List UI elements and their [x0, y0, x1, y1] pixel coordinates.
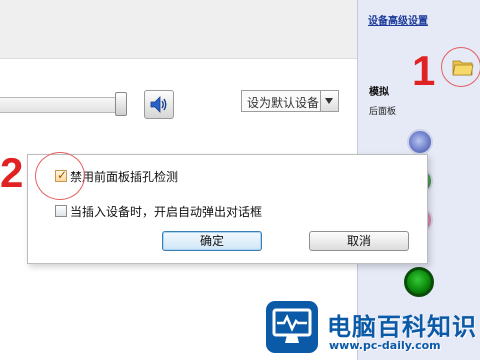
watermark-url: www.pc-daily.com	[329, 339, 441, 352]
auto-popup-label[interactable]: 当插入设备时，开启自动弹出对话框	[70, 203, 262, 220]
volume-slider-thumb[interactable]	[115, 92, 127, 116]
monitor-icon	[266, 301, 318, 353]
chevron-down-icon	[325, 98, 333, 104]
watermark-title: 电脑百科知识	[327, 313, 477, 341]
auto-popup-checkbox[interactable]	[55, 205, 67, 217]
rear-panel-label: 后面板	[369, 107, 397, 117]
advanced-settings-link[interactable]: 设备高级设置	[368, 12, 428, 27]
speaker-icon	[150, 96, 167, 113]
volume-slider-track[interactable]	[0, 97, 123, 113]
annotation-circle-1	[441, 47, 480, 87]
set-default-device-dropdown[interactable]: 设为默认设备	[241, 90, 339, 112]
annotation-number-1: 1	[412, 47, 436, 94]
mute-button[interactable]	[144, 90, 174, 119]
annotation-circle-2	[35, 152, 85, 200]
annotation-number-2: 2	[0, 149, 24, 196]
analog-section-title: 模拟	[369, 87, 389, 98]
set-default-device-label: 设为默认设备	[247, 96, 320, 110]
jack-blue[interactable]	[407, 129, 433, 155]
dropdown-arrow-button[interactable]	[320, 91, 338, 111]
jack-green-active[interactable]	[404, 267, 434, 297]
top-band	[0, 0, 357, 59]
disable-front-panel-detection-label[interactable]: 禁用前面板插孔检测	[70, 168, 178, 185]
ok-button[interactable]: 确定	[162, 231, 262, 251]
cancel-button[interactable]: 取消	[309, 231, 409, 251]
